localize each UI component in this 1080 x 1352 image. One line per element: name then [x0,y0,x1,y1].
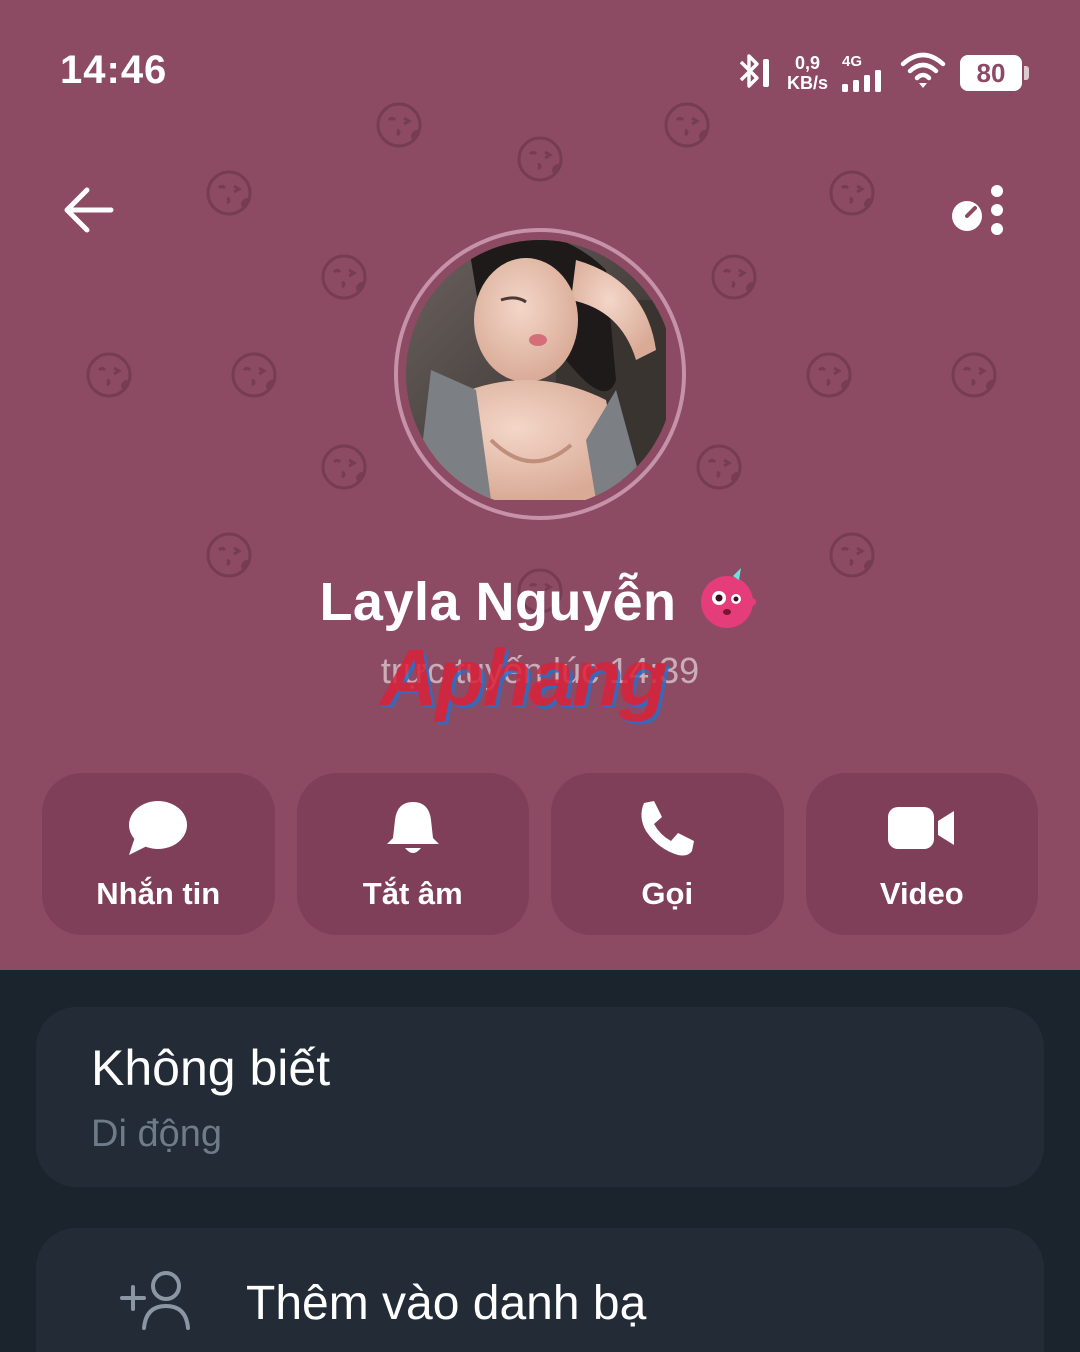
network-type: 4G [842,53,863,70]
network-speed-value: 0,9 [794,53,820,73]
message-icon [127,796,189,860]
quick-actions: Nhắn tin Tắt âm Gọi Video [42,773,1038,935]
add-contact-row[interactable]: Thêm vào danh bạ [36,1228,1044,1352]
kissing-face-icon [205,168,255,218]
kissing-face-icon [695,442,745,492]
avatar-photo-icon [406,240,666,500]
signal-bars-icon [842,70,881,92]
video-button[interactable]: Video [805,773,1038,935]
more-options-button[interactable] [940,180,1010,240]
back-button[interactable] [56,180,120,240]
status-icons: 0,9 KB/s 4G 80 [735,50,1029,96]
video-camera-icon [887,796,956,860]
kissing-face-icon [320,442,370,492]
status-bar: 14:46 0,9 KB/s 4G 80 [0,0,1080,140]
network-speed: 0,9 KB/s [787,53,828,93]
kissing-face-icon [950,350,1000,400]
wifi-icon [900,52,946,95]
bell-icon [386,796,439,860]
contact-name: Layla Nguyễn [319,571,677,632]
emoji-status-icon[interactable] [695,566,761,637]
message-button[interactable]: Nhắn tin [42,773,275,935]
video-label: Video [879,876,964,911]
kissing-face-icon [230,350,280,400]
contact-status: trực tuyến lúc 14:39 [380,650,700,691]
call-button[interactable]: Gọi [551,773,784,935]
kissing-face-icon [805,350,855,400]
phone-type: Di động [91,1113,222,1155]
avatar[interactable] [406,240,674,508]
kissing-face-icon [710,252,760,302]
status-time: 14:46 [60,48,168,92]
arrow-left-icon [64,187,114,233]
timer-more-icon [952,185,1003,235]
phone-icon [638,796,696,860]
phone-number: Không biết [91,1040,331,1096]
contact-name-row: Layla Nguyễn [0,566,1080,637]
bluetooth-icon [735,51,773,96]
mute-label: Tắt âm [362,876,463,911]
add-person-icon [118,1268,194,1332]
kissing-face-icon [516,134,566,184]
profile-header: 14:46 0,9 KB/s 4G 80 Layla Nguyễn trực t… [0,0,1080,970]
kissing-face-icon [85,350,135,400]
call-label: Gọi [641,876,694,911]
add-contact-label: Thêm vào danh bạ [246,1277,647,1330]
avatar-frame[interactable] [394,228,686,520]
cellular-signal: 4G [842,54,886,92]
mute-button[interactable]: Tắt âm [296,773,529,935]
message-label: Nhắn tin [96,876,221,911]
battery-indicator: 80 [960,55,1029,91]
kissing-face-icon [320,252,370,302]
network-speed-unit: KB/s [786,73,828,93]
phone-info-card[interactable]: Không biết Di động [36,1007,1044,1187]
kissing-face-icon [828,168,878,218]
